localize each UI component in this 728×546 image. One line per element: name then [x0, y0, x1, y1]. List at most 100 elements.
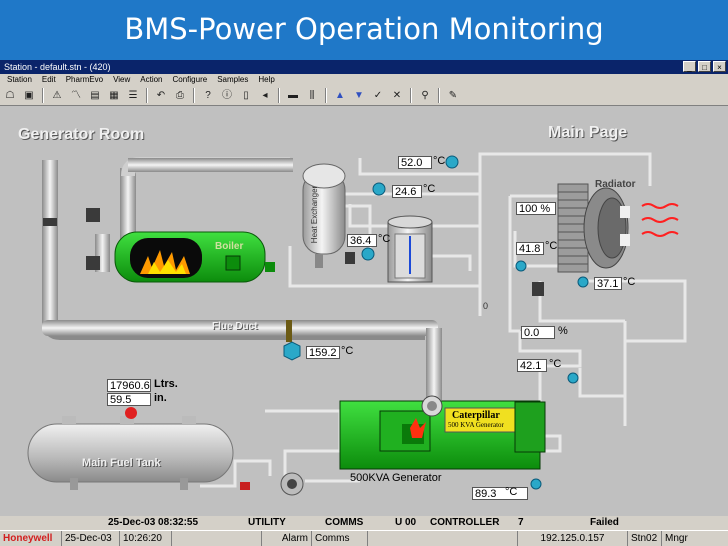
flue-temp-unit: °C	[341, 345, 354, 357]
list-icon[interactable]: ☰	[125, 88, 141, 103]
trend-icon[interactable]: 〽	[68, 88, 84, 103]
honeywell-logo: Honeywell	[0, 531, 62, 546]
fuel-level-inches-readout: 59.5	[107, 393, 151, 406]
grid-icon[interactable]: ▦	[106, 88, 122, 103]
boiler	[95, 231, 275, 283]
heat-exchanger-temp-unit: °C	[423, 183, 436, 195]
status-user: Mngr	[665, 533, 688, 544]
fuel-level-inches-unit: in.	[154, 392, 167, 404]
flue-temp-readout: 159.2	[306, 346, 340, 359]
status-bar: 25-Dec-03 08:32:55 UTILITY COMMS U 00 CO…	[0, 516, 728, 530]
slide-title: BMS-Power Operation Monitoring	[124, 12, 604, 46]
menu-configure[interactable]: Configure	[168, 74, 213, 86]
toolbar-separator	[42, 88, 44, 103]
fuel-tank-label: Main Fuel Tank	[82, 457, 161, 469]
status-failed: Failed	[590, 517, 619, 528]
boiler-label: Boiler	[215, 241, 244, 252]
alarm-button[interactable]: Alarm	[262, 531, 312, 546]
menu-action[interactable]: Action	[135, 74, 167, 86]
tank-temp-readout: 36.4	[347, 234, 377, 247]
room-title: Generator Room	[18, 126, 145, 143]
flue-duct-label: Flue Duct	[212, 321, 258, 332]
document-icon[interactable]: ▯	[238, 88, 254, 103]
window-title-bar: Station - default.stn - (420) _ □ ×	[0, 60, 728, 74]
status-comms: COMMS	[325, 517, 364, 528]
toolbar-separator	[438, 88, 440, 103]
schematic-drawing	[27, 152, 687, 496]
menu-help[interactable]: Help	[253, 74, 279, 86]
close-button[interactable]: ×	[713, 61, 726, 72]
zero-marker: 0	[483, 301, 489, 311]
valve-position-unit: %	[558, 325, 568, 337]
back-page-icon[interactable]: ◂	[257, 88, 273, 103]
caterpillar-logo-text: Caterpillar	[452, 410, 500, 421]
status-unit: U 00	[395, 517, 417, 528]
fuel-level-litres-unit: Ltrs.	[154, 378, 178, 390]
top-temperature-unit: °C	[433, 155, 446, 167]
fuel-tank	[27, 407, 304, 496]
arrow-down-icon[interactable]: ▼	[351, 88, 367, 103]
cancel-icon[interactable]: ✕	[389, 88, 405, 103]
status-station: Stn02	[628, 531, 662, 546]
generator-label: 500KVA Generator	[350, 472, 442, 484]
valve-position-readout: 0.0	[521, 326, 555, 339]
main-page-link[interactable]: Main Page	[548, 124, 627, 142]
generator-temp-readout: 89.3	[472, 487, 528, 500]
menu-view[interactable]: View	[108, 74, 135, 86]
status-utility: UTILITY	[248, 517, 286, 528]
report-icon[interactable]: ▤	[87, 88, 103, 103]
heat-exchanger-label: Heat Exchanger	[310, 185, 320, 244]
help-icon[interactable]: ?	[200, 88, 216, 103]
status-ip-address: 192.125.0.157	[518, 531, 628, 546]
status-spacer	[368, 531, 518, 546]
edit-icon[interactable]: ✎	[445, 88, 461, 103]
radiator-temp-unit: °C	[545, 240, 558, 252]
network-icon[interactable]: ☖	[2, 88, 18, 103]
fuel-level-litres-readout: 17960.6	[107, 379, 151, 392]
radiator-label: Radiator	[595, 179, 636, 190]
info-icon[interactable]: ⓘ	[219, 88, 235, 103]
generator-temp-unit: °C	[505, 486, 518, 498]
status-controller-number: 7	[518, 517, 524, 528]
slide-banner: BMS-Power Operation Monitoring	[0, 0, 728, 60]
return-temp-readout: 42.1	[517, 359, 547, 372]
search-icon[interactable]: ⚲	[417, 88, 433, 103]
status-bar-secondary: Honeywell 25-Dec-03 10:26:20 Alarm Comms…	[0, 530, 728, 546]
return-temp-unit: °C	[549, 358, 562, 370]
toolbar: ☖ ▣ ⚠ 〽 ▤ ▦ ☰ ↶ ⎙ ? ⓘ ▯ ◂ ▬ ⫼ ▲ ▼ ✓ ✕ ⚲ …	[0, 86, 728, 106]
menu-pharmevo[interactable]: PharmEvo	[61, 74, 108, 86]
status-datetime: 25-Dec-03 08:32:55	[108, 517, 199, 528]
toolbar-separator	[278, 88, 280, 103]
alarm-bell-icon[interactable]: ⚠	[49, 88, 65, 103]
toolbar-separator	[193, 88, 195, 103]
menu-edit[interactable]: Edit	[37, 74, 61, 86]
hot-water-tank	[387, 215, 433, 283]
radiator	[557, 183, 679, 273]
print-icon[interactable]: ⎙	[172, 88, 188, 103]
status-spacer	[172, 531, 262, 546]
menu-samples[interactable]: Samples	[212, 74, 253, 86]
minimize-button[interactable]: _	[683, 61, 696, 72]
toolbar-separator	[146, 88, 148, 103]
arrow-up-icon[interactable]: ▲	[332, 88, 348, 103]
menu-bar: Station Edit PharmEvo View Action Config…	[0, 74, 728, 86]
menu-station[interactable]: Station	[2, 74, 37, 86]
radiator-outlet-temp-readout: 37.1	[594, 277, 622, 290]
schematic-canvas: Generator Room Main Page Radiator Boiler…	[0, 106, 728, 516]
radiator-outlet-temp-unit: °C	[623, 276, 636, 288]
generator-set	[339, 395, 546, 470]
top-temperature-readout: 52.0	[398, 156, 432, 169]
window-controls: _ □ ×	[683, 61, 726, 72]
radiator-temp-readout: 41.8	[516, 242, 544, 255]
controls-icon[interactable]: ⫼	[304, 88, 320, 103]
overview-icon[interactable]: ▣	[21, 88, 37, 103]
undo-icon[interactable]: ↶	[153, 88, 169, 103]
comms-button[interactable]: Comms	[312, 531, 368, 546]
monitor-icon[interactable]: ▬	[285, 88, 301, 103]
check-icon[interactable]: ✓	[370, 88, 386, 103]
status-time: 10:26:20	[120, 531, 172, 546]
caterpillar-sub-text: 500 KVA Generator	[448, 421, 504, 429]
window-title: Station - default.stn - (420)	[4, 62, 111, 72]
maximize-button[interactable]: □	[698, 61, 711, 72]
status-controller: CONTROLLER	[430, 517, 500, 528]
